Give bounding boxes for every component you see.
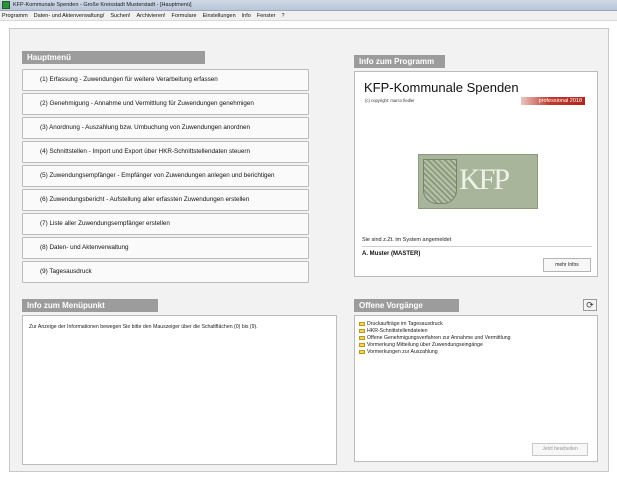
list-item[interactable]: Vormerkungen zur Auszahlung [359, 348, 511, 355]
menu-button-4-schnittstellen[interactable]: (4) Schnittstellen - Import und Export ü… [22, 141, 309, 163]
menu-button-8-datenverwaltung[interactable]: (8) Daten- und Aktenverwaltung [22, 237, 309, 259]
edition-badge: professional 2018 [521, 97, 585, 105]
list-item[interactable]: Druckaufträge im Tagesausdruck [359, 320, 511, 327]
list-item[interactable]: HKR-Schnittstellendateien [359, 327, 511, 334]
list-item-label: Offene Genehmigungsverfahren zur Annahme… [367, 334, 511, 341]
program-info-box: KFP-Kommunale Spenden (c) copyright: mar… [354, 71, 598, 277]
more-info-button[interactable]: mehr Infos [543, 258, 591, 272]
menu-daten-aktenverwaltung[interactable]: Daten- und Aktenverwaltung/ [34, 13, 105, 19]
open-tasks-header: Offene Vorgänge [354, 299, 459, 312]
list-item-label: Druckaufträge im Tagesausdruck [367, 320, 443, 327]
menu-info[interactable]: Info [242, 13, 251, 19]
menu-button-2-genehmigung[interactable]: (2) Genehmigung - Annahme und Vermittlun… [22, 93, 309, 115]
window-title-bar: KFP-Kommunale Spenden - Große Kreisstadt… [0, 0, 617, 11]
menu-suchen[interactable]: Suchen! [110, 13, 130, 19]
program-title: KFP-Kommunale Spenden [364, 80, 519, 95]
menu-button-7-empfaengerliste[interactable]: (7) Liste aller Zuwendungsempfänger erst… [22, 213, 309, 235]
logged-in-user: A. Muster (MASTER) [362, 251, 421, 257]
list-item[interactable]: Vormerkung Mitteilung über Zuwendungsein… [359, 341, 511, 348]
menu-einstellungen[interactable]: Einstellungen [203, 13, 236, 19]
list-item-label: HKR-Schnittstellendateien [367, 327, 428, 334]
menu-button-6-zuwendungsbericht[interactable]: (6) Zuwendungsbericht - Aufstellung alle… [22, 189, 309, 211]
kfp-logo: KFP [418, 154, 538, 209]
menu-info-header: Info zum Menüpunkt [22, 299, 158, 312]
folder-icon [359, 321, 365, 326]
menu-programm[interactable]: Programm [2, 13, 28, 19]
program-info-header: Info zum Programm [354, 55, 445, 68]
edit-now-button[interactable]: Jetzt bearbeiten [532, 443, 588, 456]
folder-icon [359, 328, 365, 333]
list-item[interactable]: Offene Genehmigungsverfahren zur Annahme… [359, 334, 511, 341]
open-tasks-list: Druckaufträge im Tagesausdruck HKR-Schni… [359, 320, 511, 355]
coat-of-arms-icon [423, 159, 457, 204]
folder-icon [359, 349, 365, 354]
menu-archivieren[interactable]: Archivieren! [137, 13, 166, 19]
main-menu-list: (1) Erfassung - Zuwendungen für weitere … [22, 69, 309, 285]
menu-button-9-tagesausdruck[interactable]: (9) Tagesausdruck [22, 261, 309, 283]
menu-info-text: Zur Anzeige der Informationen bewegen Si… [29, 324, 258, 330]
window-title: KFP-Kommunale Spenden - Große Kreisstadt… [13, 2, 192, 8]
list-item-label: Vormerkung Mitteilung über Zuwendungsein… [367, 341, 483, 348]
menu-formulare[interactable]: Formulare [172, 13, 197, 19]
menu-info-box: Zur Anzeige der Informationen bewegen Si… [22, 315, 337, 465]
main-panel: Hauptmenü (1) Erfassung - Zuwendungen fü… [9, 28, 609, 472]
menu-button-1-erfassung[interactable]: (1) Erfassung - Zuwendungen für weitere … [22, 69, 309, 91]
folder-icon [359, 335, 365, 340]
menu-fenster[interactable]: Fenster [257, 13, 276, 19]
program-copyright: (c) copyright: marco fiedler [365, 98, 415, 103]
menu-bar: Programm Daten- und Aktenverwaltung/ Suc… [0, 11, 617, 21]
menu-button-3-anordnung[interactable]: (3) Anordnung - Auszahlung bzw. Umbuchun… [22, 117, 309, 139]
folder-icon [359, 342, 365, 347]
open-tasks-box: Druckaufträge im Tagesausdruck HKR-Schni… [354, 315, 598, 462]
main-menu-header: Hauptmenü [22, 51, 205, 64]
menu-help[interactable]: ? [281, 13, 284, 19]
divider [362, 246, 592, 247]
app-icon [2, 1, 10, 9]
refresh-icon[interactable]: ⟳ [583, 299, 597, 311]
list-item-label: Vormerkungen zur Auszahlung [367, 348, 438, 355]
logo-wordmark: KFP [459, 163, 510, 196]
menu-button-5-zuwendungsempfaenger[interactable]: (5) Zuwendungsempfänger - Empfänger von … [22, 165, 309, 187]
login-status-label: Sie sind z.Zt. im System angemeldet [362, 237, 452, 243]
